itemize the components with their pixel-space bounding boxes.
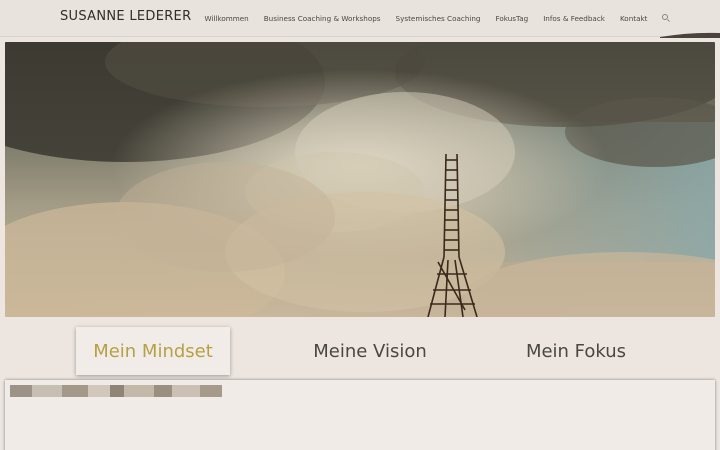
nav-item-fokustag[interactable]: FokusTag	[488, 14, 536, 23]
tab-mein-mindset[interactable]: Mein Mindset	[76, 327, 230, 375]
site-brand[interactable]: SUSANNE LEDERER	[60, 9, 191, 24]
image-strip	[10, 385, 222, 397]
ladder-in-clouds-image	[5, 42, 715, 317]
nav-item-business-coaching[interactable]: Business Coaching & Workshops	[256, 14, 388, 23]
header-decoration	[660, 32, 720, 38]
nav-item-systemisches-coaching[interactable]: Systemisches Coaching	[388, 14, 488, 23]
search-icon[interactable]	[661, 14, 671, 23]
site-header: SUSANNE LEDERER Willkommen Business Coac…	[0, 0, 720, 38]
tab-content-panel	[5, 380, 715, 450]
tab-meine-vision[interactable]: Meine Vision	[290, 327, 450, 375]
nav-item-kontakt[interactable]: Kontakt	[612, 14, 655, 23]
tab-mein-fokus[interactable]: Mein Fokus	[498, 327, 654, 375]
search-icon-handle	[667, 19, 670, 22]
topic-tabs: Mein Mindset Meine Vision Mein Fokus	[0, 325, 720, 377]
main-nav: Willkommen Business Coaching & Workshops…	[197, 0, 671, 37]
nav-item-infos-feedback[interactable]: Infos & Feedback	[536, 14, 613, 23]
nav-item-willkommen[interactable]: Willkommen	[197, 14, 256, 23]
hero-image	[5, 42, 715, 317]
